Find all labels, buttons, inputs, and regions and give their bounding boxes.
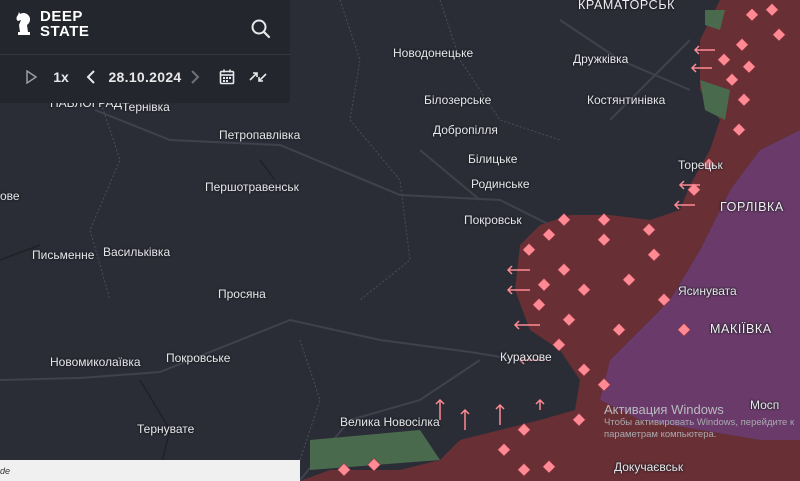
search-button[interactable] <box>248 16 274 42</box>
logo-text-line1: DEEP <box>40 8 83 25</box>
logo-text-line2: STATE <box>40 23 90 40</box>
compare-button[interactable] <box>246 63 270 91</box>
attribution-bar <box>0 460 300 481</box>
city-label-pokrovsk: Покровськ <box>464 213 522 227</box>
city-label-pershotravensk: Першотравенськ <box>205 180 299 194</box>
play-button[interactable] <box>20 63 42 91</box>
city-label-kurakhove: Курахове <box>500 350 552 364</box>
calendar-icon <box>219 69 235 85</box>
city-label-dobropillia: Добропілля <box>433 123 498 137</box>
compare-arrows-icon <box>249 72 267 82</box>
city-label-vasylkivka: Васильківка <box>103 245 171 259</box>
city-label-ove: ове <box>0 189 20 203</box>
city-label-bilozerske: Білозерське <box>424 93 492 107</box>
watermark-title: Активация Windows <box>604 402 724 417</box>
city-label-yasynuvata: Ясинувата <box>678 284 737 298</box>
watermark-line2: параметрам компьютера. <box>604 429 717 440</box>
city-label-rodynske: Родинське <box>471 177 530 191</box>
panel-divider <box>0 54 290 55</box>
city-label-druzhkivka: Дружківка <box>573 52 629 66</box>
city-label-novomykolaivka: Новомиколаївка <box>50 355 141 369</box>
windows-activation-watermark: Активация Windows Чтобы активировать Win… <box>604 402 794 441</box>
city-label-pysmenne: Письменне <box>32 248 95 262</box>
date-display[interactable]: 28.10.2024 <box>105 63 185 91</box>
city-label-kramatorsk: КРАМАТОРСЬК <box>578 0 675 12</box>
city-label-toretsk: Торецьк <box>678 158 723 172</box>
calendar-button[interactable] <box>215 63 239 91</box>
city-label-kostiantynivka: Костянтинівка <box>587 93 666 107</box>
logo[interactable]: DEEP STATE <box>14 9 89 39</box>
chevron-left-icon <box>86 70 95 84</box>
watermark-line1: Чтобы активировать Windows, перейдите к <box>604 417 795 428</box>
knight-chess-icon <box>16 12 31 35</box>
search-icon <box>251 19 271 39</box>
city-label-novodonetske: Новодонецьке <box>393 46 474 60</box>
city-label-petropavlivka: Петропавлівка <box>219 128 301 142</box>
city-label-dokuchaievsk: Докучаєвськ <box>614 460 684 474</box>
city-label-bilytske: Білицьке <box>468 152 518 166</box>
city-label-prosiana: Просяна <box>218 287 266 301</box>
attribution-text: de <box>0 466 11 476</box>
city-label-horlivka: ГОРЛІВКА <box>720 200 784 214</box>
speed-button[interactable]: 1x <box>50 63 72 91</box>
city-label-makiivka: МАКІЇВКА <box>710 322 772 336</box>
city-label-pokrovske: Покровське <box>166 351 231 365</box>
play-icon <box>26 70 37 84</box>
control-panel: DEEP STATE 1x 28.10.2024 <box>0 0 290 103</box>
city-label-ternuvate: Тернувате <box>137 422 195 436</box>
next-date-button[interactable] <box>186 63 204 91</box>
prev-date-button[interactable] <box>82 63 100 91</box>
chevron-right-icon <box>191 70 200 84</box>
city-label-velyka-novosilka: Велика Новосілка <box>340 415 440 429</box>
rivers <box>0 159 461 481</box>
